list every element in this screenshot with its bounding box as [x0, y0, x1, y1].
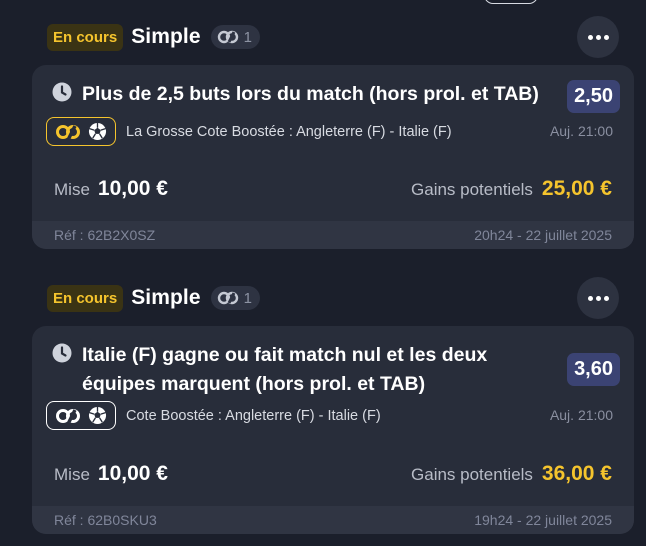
boost-chip [46, 401, 116, 430]
stake-row: Mise 10,00 € Gains potentiels 25,00 € [54, 177, 612, 201]
odds-badge: 3,60 [567, 353, 620, 386]
soccer-ball-icon [88, 122, 107, 141]
match-name: Cote Boostée : Angleterre (F) - Italie (… [126, 407, 381, 424]
match-name: La Grosse Cote Boostée : Angleterre (F) … [126, 123, 452, 140]
bet-type-label: Simple [131, 286, 201, 309]
boost-icon [56, 408, 80, 423]
stake-value: 10,00 € [97, 177, 168, 200]
more-options-icon [587, 34, 593, 40]
selection-row: Italie (F) gagne ou fait match nul et le… [32, 326, 634, 399]
clock-icon [52, 82, 72, 102]
bet-footer: Réf : 62B0SKU3 19h24 - 22 juillet 2025 [32, 506, 634, 534]
combo-icon [217, 291, 238, 305]
gains-value: 25,00 € [541, 177, 612, 200]
bet-type-label: Simple [131, 25, 201, 48]
match-row: Cote Boostée : Angleterre (F) - Italie (… [46, 401, 381, 430]
boost-icon [56, 124, 80, 139]
more-options-icon [587, 295, 593, 301]
bet-card[interactable]: Plus de 2,5 buts lors du match (hors pro… [32, 65, 634, 249]
stake-value: 10,00 € [97, 462, 168, 485]
bet-footer: Réf : 62B2X0SZ 20h24 - 22 juillet 2025 [32, 221, 634, 249]
combo-chip: 1 [210, 25, 260, 49]
status-badge: En cours [47, 23, 124, 51]
stake-row: Mise 10,00 € Gains potentiels 36,00 € [54, 462, 612, 486]
combo-chip: 1 [210, 286, 260, 310]
gains-label: Gains potentiels [411, 180, 533, 199]
more-options-button[interactable] [577, 277, 619, 319]
combo-count: 1 [243, 289, 252, 307]
match-time: Auj. 21:00 [549, 407, 613, 423]
odds-badge: 2,50 [567, 80, 620, 113]
bet-header: En cours Simple 1 [47, 20, 260, 54]
soccer-ball-icon [88, 406, 107, 425]
status-badge: En cours [47, 284, 124, 312]
gains-value: 36,00 € [541, 462, 612, 485]
combo-count: 1 [243, 28, 252, 46]
boost-chip [46, 117, 116, 146]
top-filter-pill[interactable] [484, 0, 538, 4]
bet-reference: Réf : 62B0SKU3 [54, 512, 157, 528]
bet-date: 19h24 - 22 juillet 2025 [474, 512, 612, 528]
gains-label: Gains potentiels [411, 465, 533, 484]
combo-icon [217, 30, 238, 44]
selection-row: Plus de 2,5 buts lors du match (hors pro… [32, 65, 634, 109]
bet-date: 20h24 - 22 juillet 2025 [474, 227, 612, 243]
clock-icon [52, 343, 72, 363]
bet-header: En cours Simple 1 [47, 281, 260, 315]
selection-title: Italie (F) gagne ou fait match nul et le… [82, 344, 488, 395]
match-time: Auj. 21:00 [549, 123, 613, 139]
selection-title: Plus de 2,5 buts lors du match (hors pro… [82, 83, 539, 105]
stake-label: Mise [54, 465, 90, 484]
more-options-button[interactable] [577, 16, 619, 58]
match-row: La Grosse Cote Boostée : Angleterre (F) … [46, 117, 452, 146]
stake-label: Mise [54, 180, 90, 199]
bet-card[interactable]: Italie (F) gagne ou fait match nul et le… [32, 326, 634, 534]
bet-reference: Réf : 62B2X0SZ [54, 227, 156, 243]
